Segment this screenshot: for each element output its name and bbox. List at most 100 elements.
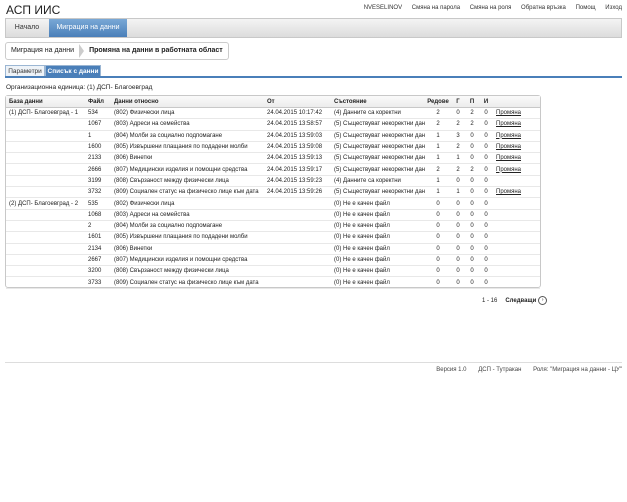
cell-database <box>6 118 85 131</box>
cell-g: 0 <box>451 197 465 210</box>
cell-p: 0 <box>465 186 479 199</box>
chevron-right-icon[interactable]: › <box>538 296 548 305</box>
cell-g: 1 <box>451 186 465 199</box>
pager: 1 - 16 Следващи › <box>482 296 548 305</box>
cell-data-about: (804) Молби за социално подпомагане <box>111 130 264 142</box>
col-header-database[interactable]: База данни <box>6 96 85 108</box>
cell-status: (5) Съществуват некоректни данни <box>331 152 425 165</box>
cell-status: (5) Съществуват некоректни данни <box>331 163 425 176</box>
feedback-link[interactable]: Обратна връзка <box>521 5 566 11</box>
pager-next-button[interactable]: Следващи <box>505 298 536 304</box>
cell-i: 0 <box>479 243 493 255</box>
help-link[interactable]: Помощ <box>576 5 596 11</box>
cell-g: 0 <box>451 209 465 221</box>
cell-action: Промяна <box>493 152 540 165</box>
edit-link[interactable]: Промяна <box>496 133 521 139</box>
cell-from <box>264 220 331 233</box>
cell-i: 0 <box>479 265 493 278</box>
cell-data-about: (803) Адреси на семейства <box>111 118 264 131</box>
cell-file: 3200 <box>85 265 111 278</box>
col-header-status[interactable]: Състояние <box>331 96 425 108</box>
col-header-p[interactable]: П <box>465 96 479 108</box>
table-row[interactable]: 2667 (807) Медицински изделия и помощни с… <box>6 254 540 267</box>
cell-p: 2 <box>465 118 479 131</box>
user-link[interactable]: NVESELINOV <box>364 5 402 11</box>
cell-i: 0 <box>479 107 493 120</box>
logout-link[interactable]: Изход <box>605 5 622 11</box>
table-row[interactable]: 1068 (803) Адреси на семейства (0) Не е ка… <box>6 209 540 221</box>
cell-action <box>493 220 540 233</box>
change-password-link[interactable]: Смяна на парола <box>412 5 460 11</box>
edit-link[interactable]: Промяна <box>496 121 521 127</box>
cell-database <box>6 163 85 176</box>
nav-tab-data-migration[interactable]: Миграция на данни <box>49 19 127 37</box>
col-header-g[interactable]: Г <box>451 96 465 108</box>
col-header-rows[interactable]: Редове <box>425 96 451 108</box>
col-header-from[interactable]: От <box>264 96 331 108</box>
table-row[interactable]: 3200 (808) Свързаност между физически лиц… <box>6 265 540 278</box>
cell-rows: 1 <box>425 130 451 142</box>
edit-link[interactable]: Промяна <box>496 110 521 116</box>
cell-database <box>6 276 85 289</box>
cell-status: (0) Не е качен файл <box>331 265 425 278</box>
cell-file: 3732 <box>85 186 111 199</box>
table-body: (1) ДСП- Благоевград - 1 534 (802) Физичес… <box>6 107 540 289</box>
cell-from <box>264 209 331 221</box>
change-role-link[interactable]: Смяна на роля <box>470 5 512 11</box>
cell-rows: 0 <box>425 209 451 221</box>
cell-file: 534 <box>85 107 111 120</box>
cell-file: 2134 <box>85 243 111 255</box>
table-row[interactable]: (1) ДСП- Благоевград - 1 534 (802) Физичес… <box>6 107 540 120</box>
cell-from: 24.04.2015 13:59:26 <box>264 186 331 199</box>
tab-underline <box>5 76 622 78</box>
cell-rows: 0 <box>425 220 451 233</box>
table-row[interactable]: 1600 (805) Извършени плащания по подадени… <box>6 141 540 154</box>
cell-file: 1 <box>85 130 111 142</box>
breadcrumb-parent[interactable]: Миграция на данни <box>6 44 79 58</box>
table-row[interactable]: 1067 (803) Адреси на семейства 24.04.2015 … <box>6 118 540 131</box>
edit-link[interactable]: Промяна <box>496 144 521 150</box>
cell-g: 0 <box>451 265 465 278</box>
col-header-action <box>493 96 540 108</box>
table-row[interactable]: (2) ДСП- Благоевград - 2 535 (802) Физичес… <box>6 197 540 210</box>
col-header-data-about[interactable]: Данни относно <box>111 96 264 108</box>
table-row[interactable]: 1601 (805) Извършени плащания по подадени… <box>6 231 540 244</box>
cell-g: 0 <box>451 276 465 289</box>
cell-action <box>493 265 540 278</box>
cell-status: (5) Съществуват некоректни данни <box>331 118 425 131</box>
col-header-file[interactable]: Файл <box>85 96 111 108</box>
top-links: NVESELINOV Смяна на парола Смяна на роля… <box>356 5 622 11</box>
cell-p: 2 <box>465 107 479 120</box>
table-row[interactable]: 3732 (809) Социален статус на физическо л… <box>6 186 540 199</box>
cell-i: 0 <box>479 220 493 233</box>
table-row[interactable]: 2 (804) Молби за социално подпомагане (0) … <box>6 220 540 233</box>
table-row[interactable]: 1 (804) Молби за социално подпомагане 24.0… <box>6 130 540 142</box>
cell-rows: 2 <box>425 163 451 176</box>
edit-link[interactable]: Промяна <box>496 167 521 173</box>
table-row[interactable]: 2666 (807) Медицински изделия и помощни с… <box>6 163 540 176</box>
edit-link[interactable]: Промяна <box>496 155 521 161</box>
cell-g: 3 <box>451 130 465 142</box>
cell-data-about: (803) Адреси на семейства <box>111 209 264 221</box>
cell-database: (2) ДСП- Благоевград - 2 <box>6 197 85 210</box>
nav-tab-home[interactable]: Начало <box>6 19 48 37</box>
cell-from: 24.04.2015 13:58:57 <box>264 118 331 131</box>
cell-action <box>493 209 540 221</box>
col-header-i[interactable]: И <box>479 96 493 108</box>
cell-database <box>6 175 85 188</box>
table-row[interactable]: 3199 (808) Свързаност между физически лиц… <box>6 175 540 188</box>
cell-from <box>264 276 331 289</box>
cell-action <box>493 175 540 188</box>
cell-rows: 0 <box>425 243 451 255</box>
edit-link[interactable]: Промяна <box>496 189 521 195</box>
table-row[interactable]: 2134 (806) Винетки (0) Не е качен файл 0 0 0 0 <box>6 243 540 255</box>
data-grid: База данни Файл Данни относно От Състоян… <box>5 95 541 289</box>
table-row[interactable]: 2133 (806) Винетки 24.04.2015 13:59:13 (5) … <box>6 152 540 165</box>
cell-file: 2666 <box>85 163 111 176</box>
table-row[interactable]: 3733 (809) Социален статус на физическо л… <box>6 276 540 289</box>
cell-data-about: (806) Винетки <box>111 152 264 165</box>
cell-i: 0 <box>479 254 493 267</box>
cell-g: 1 <box>451 152 465 165</box>
cell-p: 0 <box>465 130 479 142</box>
cell-status: (0) Не е качен файл <box>331 254 425 267</box>
